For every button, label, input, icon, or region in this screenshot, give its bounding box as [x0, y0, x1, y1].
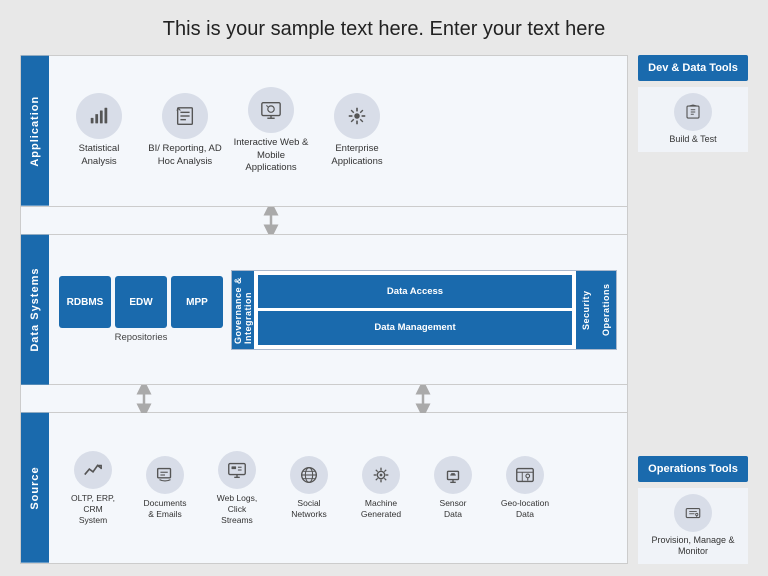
bi-reporting-item: BI/ Reporting, ADHoc Analysis: [145, 93, 225, 168]
diagram-area: Application StatisticalAnalysis: [20, 55, 628, 564]
oltp-icon: [74, 451, 112, 489]
weblogs-icon: [218, 451, 256, 489]
data-access-box: Data Access: [258, 275, 572, 309]
governance-label: Governance &Integration: [232, 271, 254, 349]
bi-reporting-label: BI/ Reporting, ADHoc Analysis: [148, 143, 221, 168]
enterprise-apps-label: EnterpriseApplications: [331, 143, 382, 168]
documents-label: Documents& Emails: [144, 498, 187, 520]
sensor-label: SensorData: [440, 498, 467, 520]
documents-icon: [146, 456, 184, 494]
weblogs-label: Web Logs,ClickStreams: [217, 493, 257, 526]
machine-item: MachineGenerated: [347, 456, 415, 520]
ds-inner: RDBMS EDW MPP Repositories Governance &I…: [59, 270, 617, 350]
ops-tools-btn[interactable]: Operations Tools: [638, 456, 748, 482]
mpp-box: MPP: [171, 276, 223, 328]
row-application: Application StatisticalAnalysis: [21, 56, 627, 207]
dev-data-tools-btn[interactable]: Dev & Data Tools: [638, 55, 748, 81]
data-management-box: Data Management: [258, 311, 572, 345]
geolocation-item: Geo-locationData: [491, 456, 559, 520]
stat-analysis-label: StatisticalAnalysis: [79, 143, 120, 168]
stat-analysis-icon: [76, 93, 122, 139]
source-content: OLTP, ERP,CRMSystem Documents& Emails: [49, 413, 627, 563]
row-source: Source OLTP, ERP,CRMSystem: [21, 413, 627, 563]
arrow-row-1: [21, 207, 627, 235]
interactive-web-item: Interactive Web &Mobile Applications: [231, 87, 311, 174]
governance-block: Governance &Integration Data Access Data…: [231, 270, 617, 350]
main-container: Application StatisticalAnalysis: [20, 55, 748, 564]
enterprise-apps-item: EnterpriseApplications: [317, 93, 397, 168]
edw-box: EDW: [115, 276, 167, 328]
geolocation-icon: [506, 456, 544, 494]
social-label: SocialNetworks: [291, 498, 326, 520]
weblogs-item: Web Logs,ClickStreams: [203, 451, 271, 526]
rdbms-box: RDBMS: [59, 276, 111, 328]
application-content: StatisticalAnalysis BI/ Reporting, ADHoc…: [49, 56, 627, 206]
social-item: SocialNetworks: [275, 456, 343, 520]
application-label: Application: [21, 56, 49, 206]
right-panel: Dev & Data Tools Build & Test Operations…: [638, 55, 748, 564]
operations-col: Operations: [596, 271, 616, 349]
oltp-label: OLTP, ERP,CRMSystem: [71, 493, 115, 526]
repos-label: Repositories: [115, 332, 168, 343]
enterprise-apps-icon: [334, 93, 380, 139]
sensor-item: SensorData: [419, 456, 487, 520]
repos-group: RDBMS EDW MPP Repositories: [59, 276, 223, 343]
arrow-row-2: [21, 385, 627, 413]
oltp-item: OLTP, ERP,CRMSystem: [59, 451, 127, 526]
geolocation-label: Geo-locationData: [501, 498, 549, 520]
row-datasystems: Data Systems RDBMS EDW MPP Repositories: [21, 235, 627, 386]
build-test-item: Build & Test: [638, 87, 748, 152]
security-col: Security: [576, 271, 596, 349]
machine-label: MachineGenerated: [361, 498, 401, 520]
bi-reporting-icon: [162, 93, 208, 139]
provision-icon: [674, 494, 712, 532]
provision-item: Provision, Manage & Monitor: [638, 488, 748, 564]
social-icon: [290, 456, 328, 494]
source-label: Source: [21, 413, 49, 563]
page-title: This is your sample text here. Enter you…: [20, 18, 748, 41]
datasystems-label: Data Systems: [21, 235, 49, 385]
stat-analysis-item: StatisticalAnalysis: [59, 93, 139, 168]
build-test-label: Build & Test: [669, 134, 716, 146]
datasystems-content: RDBMS EDW MPP Repositories Governance &I…: [49, 235, 627, 385]
provision-label: Provision, Manage & Monitor: [642, 535, 744, 558]
build-test-icon: [674, 93, 712, 131]
interactive-web-icon: [248, 87, 294, 133]
repos-boxes: RDBMS EDW MPP: [59, 276, 223, 328]
machine-icon: [362, 456, 400, 494]
interactive-web-label: Interactive Web &Mobile Applications: [231, 137, 311, 174]
documents-item: Documents& Emails: [131, 456, 199, 520]
gov-center: Data Access Data Management: [254, 271, 576, 349]
sensor-icon: [434, 456, 472, 494]
